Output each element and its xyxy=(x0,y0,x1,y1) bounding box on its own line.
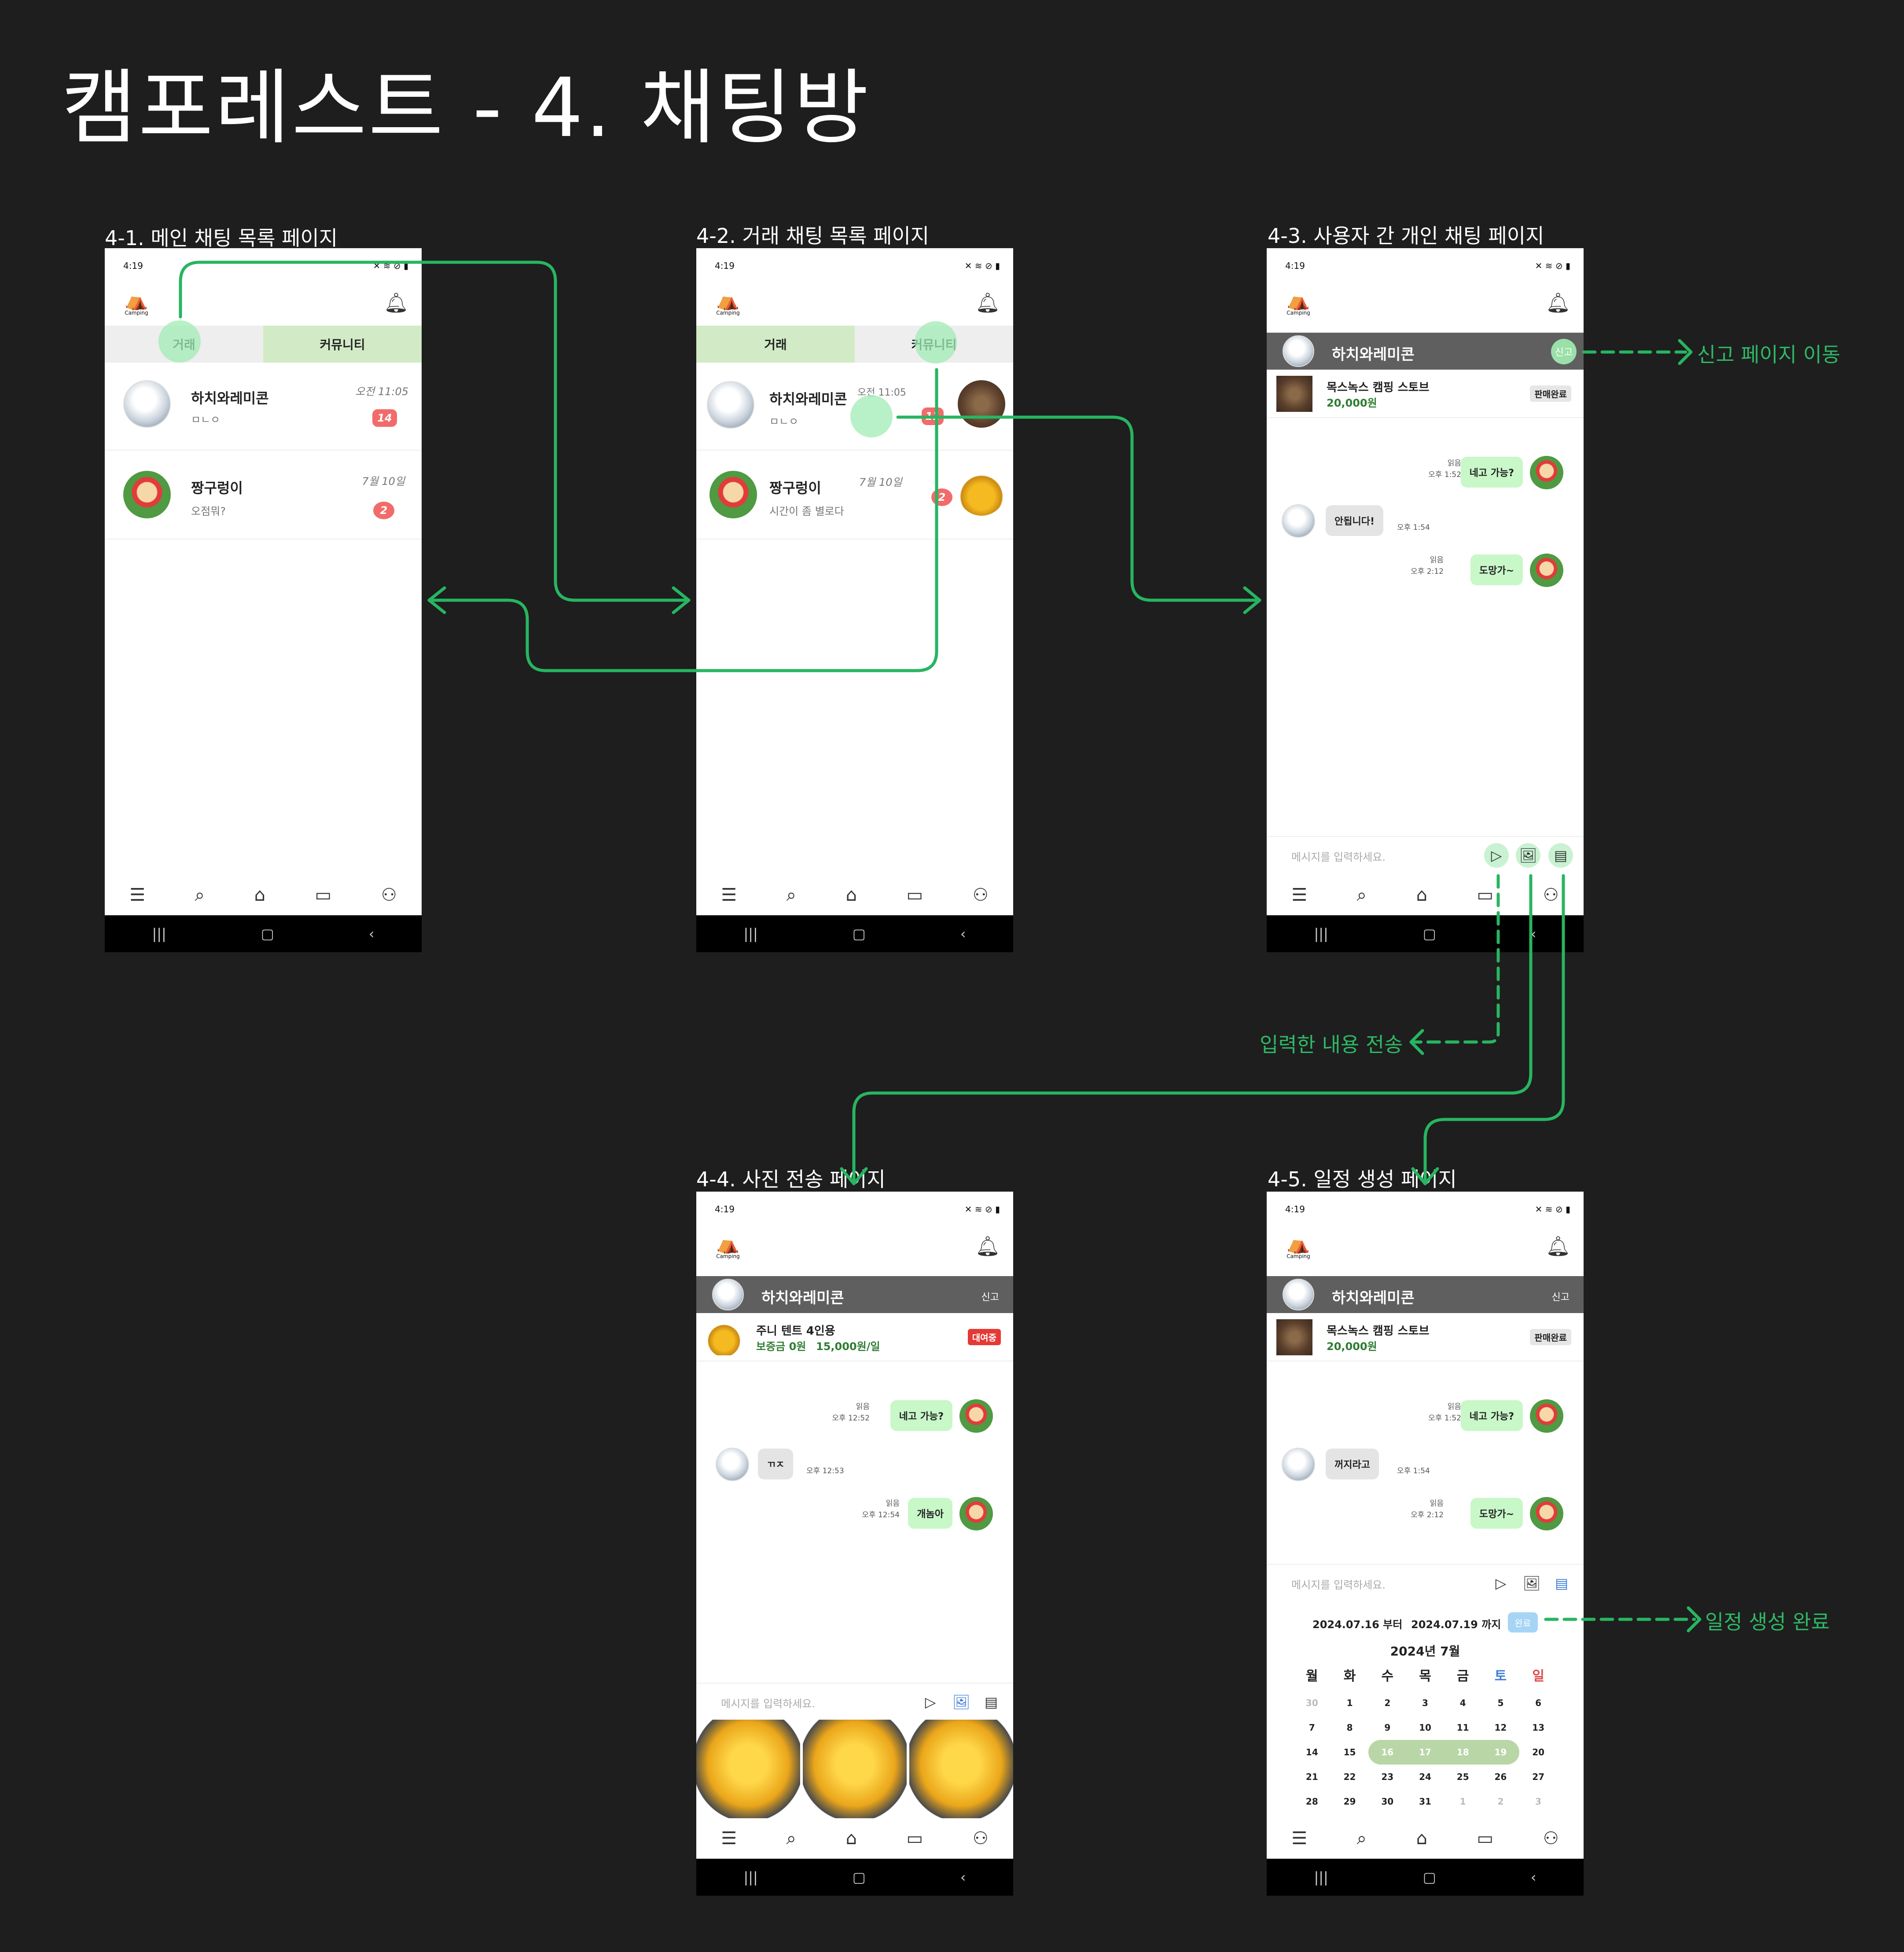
flow-line-4-1-to-4-2 xyxy=(179,261,691,602)
flow-line-4-2-to-4-1 xyxy=(427,368,938,672)
flow-line-image-to-4-4 xyxy=(852,874,1533,1185)
annotation-send: 입력한 내용 전송 xyxy=(1260,1033,1403,1057)
annotation-schedule-done: 일정 생성 완료 xyxy=(1705,1610,1830,1634)
annotation-report: 신고 페이지 이동 xyxy=(1697,343,1841,367)
flow-line-4-2-to-4-3 xyxy=(896,415,1261,602)
flow-line-calendar-to-4-5 xyxy=(1423,874,1565,1185)
flow-line-send xyxy=(1413,874,1500,1044)
flow-arrows xyxy=(179,261,1702,1633)
